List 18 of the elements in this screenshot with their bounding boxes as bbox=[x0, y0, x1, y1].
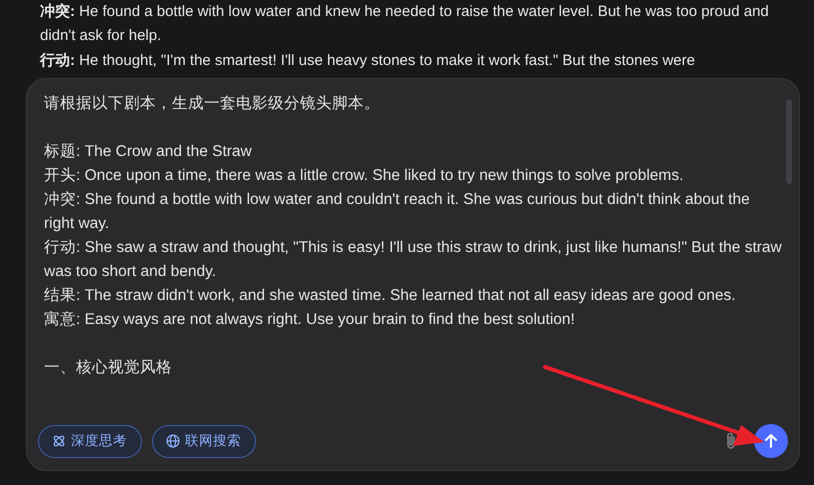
web-search-button[interactable]: 联网搜索 bbox=[152, 424, 256, 458]
prompt-line: 一、核心视觉风格 bbox=[44, 358, 173, 378]
prompt-line: 标题: The Crow and the Straw bbox=[44, 142, 253, 162]
arrow-up-icon bbox=[763, 433, 779, 449]
send-button[interactable] bbox=[754, 424, 788, 458]
deep-think-button[interactable]: 深度思考 bbox=[38, 424, 142, 458]
prompt-line: 行动: She saw a straw and thought, "This is easy! I'll use this straw to drink, just like humans!" But the straw was too short and bendy. bbox=[44, 238, 782, 282]
paperclip-icon[interactable] bbox=[724, 431, 738, 451]
globe-icon bbox=[166, 434, 180, 448]
prompt-line: 请根据以下剧本，生成一套电影级分镜头脚本。 bbox=[44, 94, 381, 114]
message-composer[interactable] bbox=[26, 78, 800, 471]
prompt-line: 开头: Once upon a time, there was a little crow. She liked to try new things to solve problems. bbox=[44, 166, 684, 186]
prompt-line: 冲突: She found a bottle with low water and couldn't reach it. She was curious but didn't think about the right way. bbox=[44, 190, 751, 234]
chat-paragraph: 冲突: He found a bottle with low water and knew he needed to raise the water level. But he was too proud and didn't ask for help. bbox=[40, 2, 770, 46]
prompt-line: 寓意: Easy ways are not always right. Use your brain to find the best solution! bbox=[44, 310, 576, 330]
chat-paragraph: 行动: He thought, "I'm the smartest! I'll use heavy stones to make it work fast." But the stones were bbox=[40, 51, 696, 71]
prompt-line: 结果: The straw didn't work, and she wasted time. She learned that not all easy ideas are good ones. bbox=[44, 286, 737, 306]
atom-icon bbox=[52, 434, 66, 448]
